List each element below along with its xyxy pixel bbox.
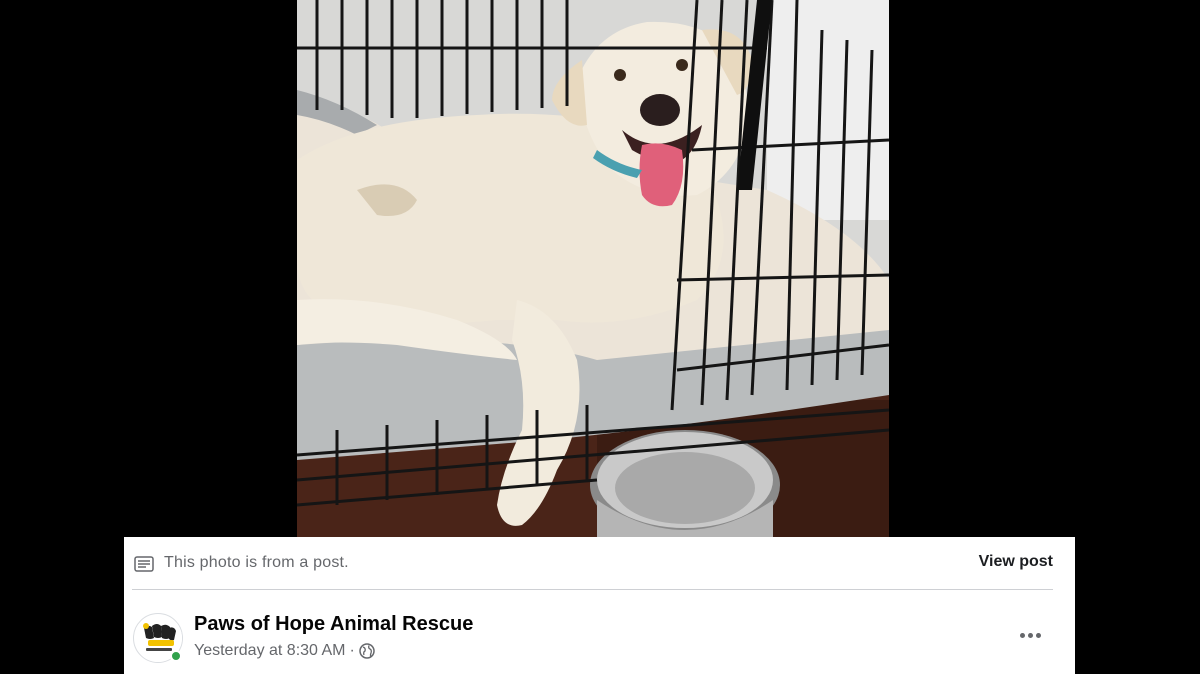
divider xyxy=(132,589,1053,590)
photo-viewer: This photo is from a post. View post Paw… xyxy=(0,0,1200,674)
author-name[interactable]: Paws of Hope Animal Rescue xyxy=(194,613,473,636)
dog-in-crate-image xyxy=(297,0,889,537)
post-photo[interactable] xyxy=(297,0,889,537)
post-notice-text: This photo is from a post. xyxy=(164,554,349,571)
online-status-dot xyxy=(170,650,182,662)
post-author: Paws of Hope Animal Rescue Yesterday at … xyxy=(124,597,1075,674)
more-options-button[interactable] xyxy=(1015,625,1045,645)
post-meta: Yesterday at 8:30 AM · xyxy=(194,642,375,660)
more-options-dot xyxy=(1027,632,1033,638)
post-document-icon xyxy=(134,556,154,572)
globe-icon[interactable] xyxy=(359,643,375,659)
post-info-card: This photo is from a post. View post Paw… xyxy=(124,537,1075,674)
view-post-button[interactable]: View post xyxy=(979,553,1053,571)
meta-separator: · xyxy=(349,642,355,659)
post-timestamp[interactable]: Yesterday at 8:30 AM xyxy=(194,642,346,660)
more-options-dot xyxy=(1035,632,1041,638)
more-options-icon xyxy=(1019,632,1025,638)
post-notice: This photo is from a post. View post xyxy=(124,537,1075,589)
